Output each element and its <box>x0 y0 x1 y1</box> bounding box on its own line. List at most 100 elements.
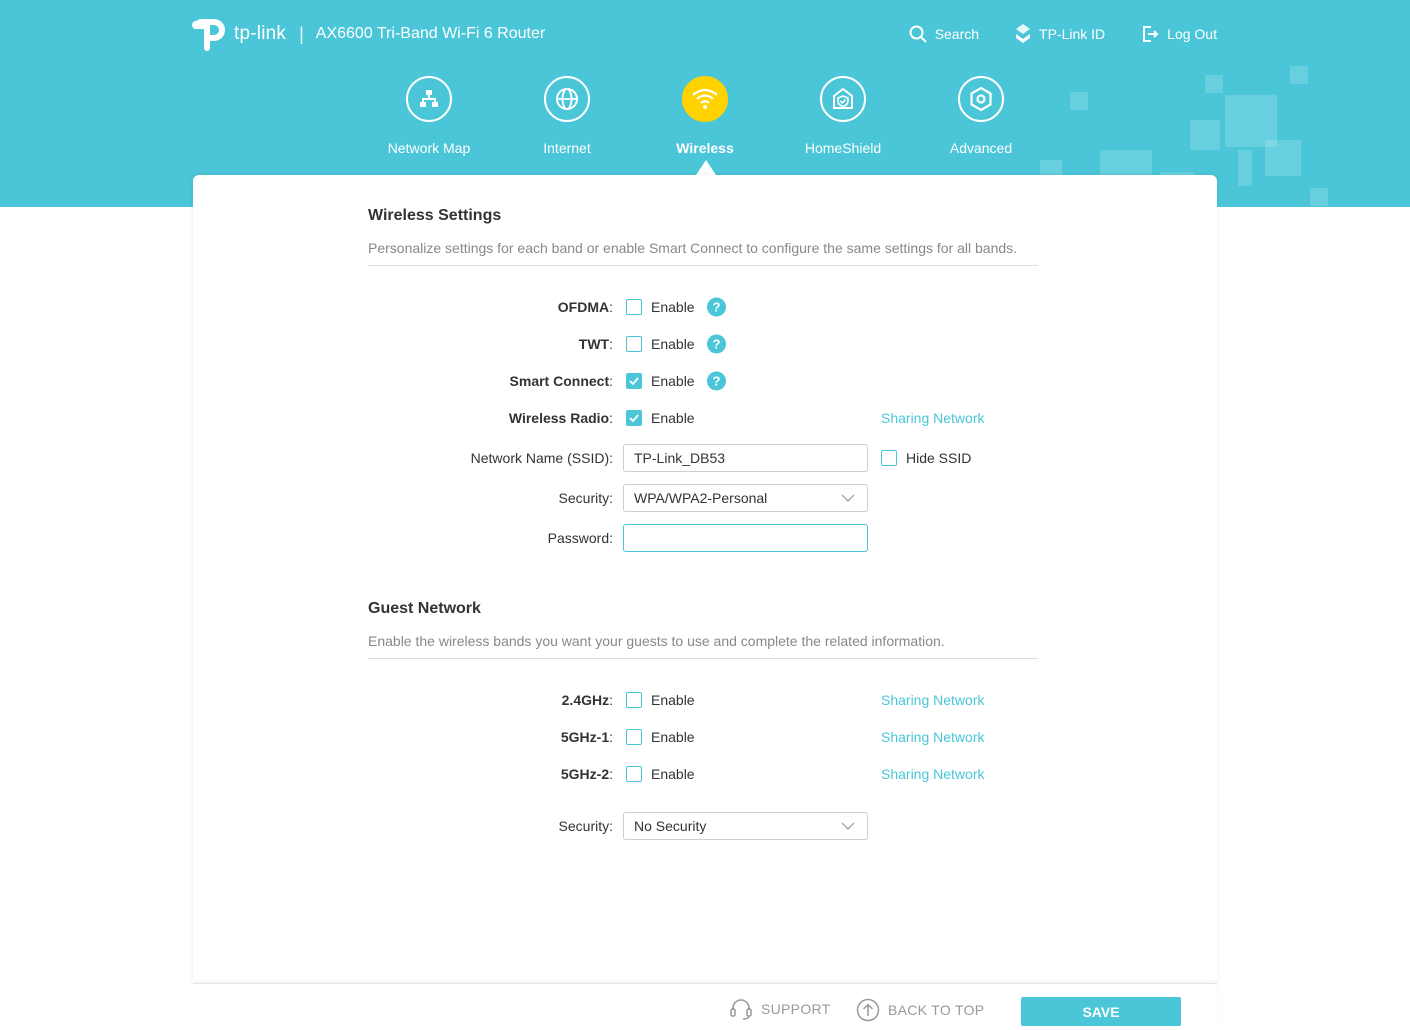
nav-homeshield[interactable]: HomeShield <box>774 76 912 156</box>
guest-band-row: 5GHz-2: Enable Sharing Network <box>193 760 1217 788</box>
logout-label: Log Out <box>1167 26 1217 42</box>
nav-label: Wireless <box>676 140 734 156</box>
wireless-settings-title: Wireless Settings <box>368 207 502 224</box>
gear-icon <box>970 86 992 112</box>
checkbox-label: Enable <box>651 373 695 389</box>
checkbox-label: Enable <box>651 336 695 352</box>
guest-band-row: 5GHz-1: Enable Sharing Network <box>193 723 1217 751</box>
wireless-radio-label: Wireless Radio: <box>508 410 613 426</box>
ofdma-row: OFDMA: Enable ? <box>193 293 1217 321</box>
nav-advanced[interactable]: Advanced <box>912 76 1050 156</box>
wireless-radio-checkbox[interactable]: Enable <box>626 410 695 426</box>
checkbox-box[interactable] <box>626 336 642 352</box>
settings-card: Wireless Settings Personalize settings f… <box>193 175 1217 983</box>
tplink-logo-icon <box>192 15 230 53</box>
guest-network-description: Enable the wireless bands you want your … <box>368 633 1038 659</box>
help-icon[interactable]: ? <box>707 334 726 354</box>
nav-label: HomeShield <box>804 140 882 156</box>
wireless-settings-description: Personalize settings for each band or en… <box>368 240 1038 266</box>
password-row: Password: <box>193 524 1217 552</box>
tplink-id-link[interactable]: TP-Link ID <box>1015 24 1105 44</box>
footer-bar: SUPPORT BACK TO TOP SAVE <box>193 983 1217 1030</box>
nav-internet[interactable]: Internet <box>498 76 636 156</box>
active-nav-pointer <box>696 160 716 175</box>
arrow-up-circle-icon <box>856 998 880 1022</box>
smart-connect-checkbox[interactable]: Enable <box>626 373 695 389</box>
smart-connect-label: Smart Connect: <box>509 373 613 389</box>
guest-24ghz-checkbox[interactable]: Enable <box>626 692 695 708</box>
brand-separator: | <box>299 23 304 44</box>
brand-name: tp-link <box>234 23 287 44</box>
security-label: Security: <box>558 490 613 506</box>
checkbox-box[interactable] <box>626 766 642 782</box>
save-button[interactable]: SAVE <box>1021 997 1181 1026</box>
chevron-down-icon <box>841 494 855 503</box>
guest-5ghz2-checkbox[interactable]: Enable <box>626 766 695 782</box>
search-link[interactable]: Search <box>909 24 979 44</box>
password-input[interactable] <box>623 524 868 552</box>
guest-band-row: 2.4GHz: Enable Sharing Network <box>193 686 1217 714</box>
tplink-id-label: TP-Link ID <box>1039 26 1106 42</box>
nav-label: Network Map <box>387 140 471 156</box>
homeshield-icon <box>833 87 853 109</box>
back-to-top-link[interactable]: BACK TO TOP <box>856 998 984 1022</box>
twt-label: TWT: <box>578 336 613 352</box>
security-select[interactable]: WPA/WPA2-Personal <box>623 484 868 512</box>
globe-icon <box>556 88 578 110</box>
top-links: Search TP-Link ID Log Out <box>909 24 1217 44</box>
twt-checkbox[interactable]: Enable <box>626 336 695 352</box>
guest-security-row: Security: No Security <box>193 812 1217 840</box>
product-name: AX6600 Tri-Band Wi-Fi 6 Router <box>315 25 546 42</box>
checkbox-label: Enable <box>651 766 695 782</box>
checkbox-box[interactable] <box>881 450 897 466</box>
support-link[interactable]: SUPPORT <box>729 998 831 1020</box>
guest-5ghz1-checkbox[interactable]: Enable <box>626 729 695 745</box>
security-row: Security: WPA/WPA2-Personal <box>193 484 1217 512</box>
hide-ssid-checkbox[interactable]: Hide SSID <box>881 450 971 466</box>
checkbox-box[interactable] <box>626 692 642 708</box>
tplink-id-icon <box>1016 24 1031 43</box>
wifi-icon <box>692 88 718 109</box>
chevron-down-icon <box>841 822 855 831</box>
checkbox-box[interactable] <box>626 410 642 426</box>
tplink-logo: tp-link | AX6600 Tri-Band Wi-Fi 6 Router <box>192 15 545 53</box>
sharing-network-link[interactable]: Sharing Network <box>881 766 985 782</box>
wireless-radio-row: Wireless Radio: Enable Sharing Network <box>193 404 1217 432</box>
sharing-network-link[interactable]: Sharing Network <box>881 729 985 745</box>
help-icon[interactable]: ? <box>707 371 726 391</box>
logout-link[interactable]: Log Out <box>1141 24 1217 44</box>
checkmark-icon <box>629 414 639 422</box>
headset-icon <box>730 999 752 1020</box>
guest-network-title: Guest Network <box>368 600 481 617</box>
checkmark-icon <box>629 377 639 385</box>
checkbox-box[interactable] <box>626 729 642 745</box>
checkbox-label: Enable <box>651 410 695 426</box>
sharing-network-link[interactable]: Sharing Network <box>881 410 985 426</box>
guest-security-value: No Security <box>634 818 707 834</box>
main-nav: Network Map Internet Wireless HomeShield… <box>360 76 1050 156</box>
guest-security-select[interactable]: No Security <box>623 812 868 840</box>
nav-label: Advanced <box>949 140 1013 156</box>
security-value: WPA/WPA2-Personal <box>634 490 768 506</box>
ssid-row: Network Name (SSID): TP-Link_DB53 Hide S… <box>193 444 1217 472</box>
twt-row: TWT: Enable ? <box>193 330 1217 358</box>
ofdma-label: OFDMA: <box>557 299 613 315</box>
checkbox-box[interactable] <box>626 299 642 315</box>
band-label: 2.4GHz: <box>561 692 613 708</box>
ofdma-checkbox[interactable]: Enable <box>626 299 695 315</box>
search-icon <box>909 25 927 43</box>
support-label: SUPPORT <box>761 1001 831 1017</box>
checkbox-label: Enable <box>651 729 695 745</box>
back-to-top-label: BACK TO TOP <box>888 1002 985 1018</box>
checkbox-label: Enable <box>651 299 695 315</box>
ssid-input[interactable]: TP-Link_DB53 <box>623 444 868 472</box>
nav-network-map[interactable]: Network Map <box>360 76 498 156</box>
nav-wireless[interactable]: Wireless <box>636 76 774 156</box>
sharing-network-link[interactable]: Sharing Network <box>881 692 985 708</box>
checkbox-box[interactable] <box>626 373 642 389</box>
nav-label: Internet <box>543 140 591 156</box>
help-icon[interactable]: ? <box>707 297 726 317</box>
smart-connect-row: Smart Connect: Enable ? <box>193 367 1217 395</box>
checkbox-label: Hide SSID <box>906 450 972 466</box>
ssid-label: Network Name (SSID): <box>470 450 613 466</box>
